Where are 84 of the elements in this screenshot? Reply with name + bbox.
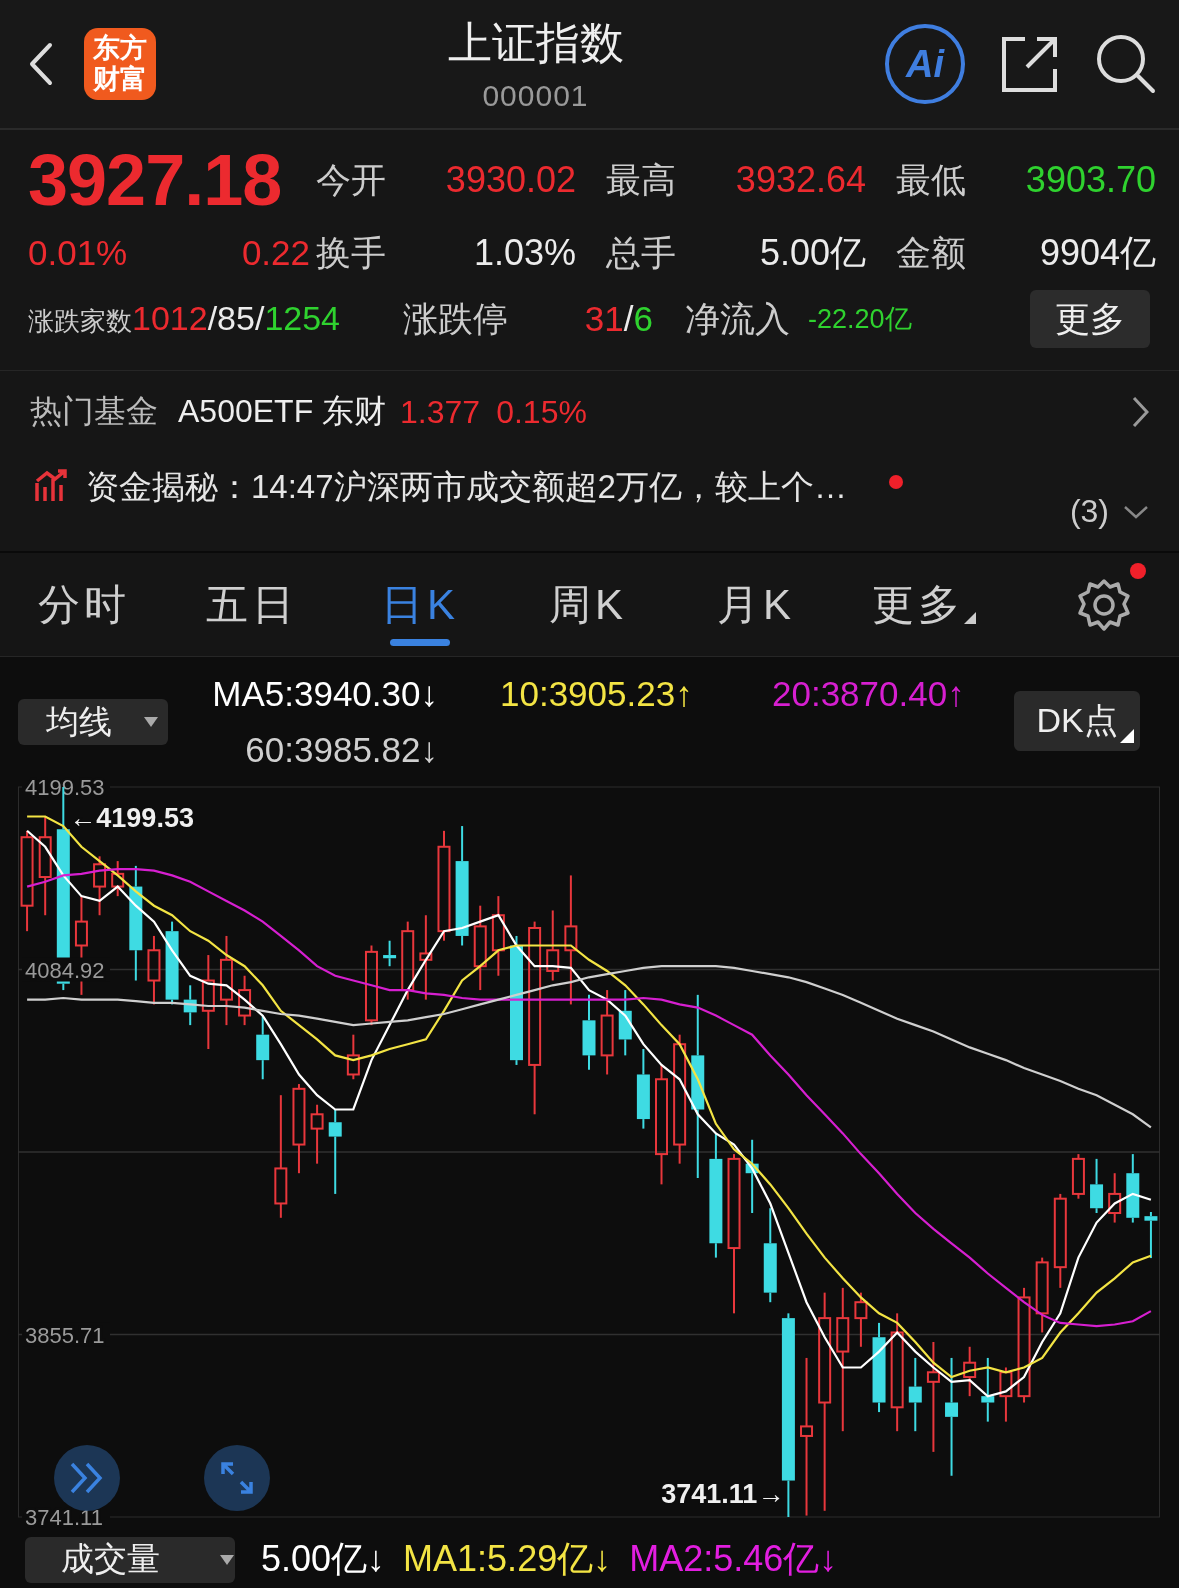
indicator-value: 60:3985.82↓ — [245, 729, 438, 771]
search-icon — [1095, 33, 1157, 95]
candlestick — [1144, 1211, 1158, 1260]
period-tab[interactable]: 五日 — [168, 553, 336, 656]
period-tab[interactable]: 分时 — [0, 553, 168, 656]
expand-arrows-icon — [219, 1460, 255, 1496]
candlestick — [310, 1103, 324, 1165]
stock-code: 000001 — [482, 79, 589, 113]
last-price: 3927.18 — [28, 139, 283, 221]
volume-value: MA1:5.29亿↓ — [403, 1537, 612, 1581]
period-tab[interactable]: 月K — [672, 553, 840, 656]
candlestick — [1090, 1157, 1104, 1214]
news-headline[interactable]: 资金揭秘：14:47沪深两市成交额超2万亿，较上个… — [86, 465, 847, 510]
stat-label: 涨跌停 — [403, 297, 508, 340]
stat-label: 最低 — [895, 158, 967, 201]
more-button[interactable]: 更多 — [1030, 290, 1150, 348]
stat-label: 最高 — [605, 158, 677, 201]
stat-value: 1012/85/1254 — [132, 299, 340, 338]
indicator-value: MA5:3940.30↓ — [212, 673, 438, 715]
fund-price: 1.377 — [400, 393, 481, 431]
stat-label: 净流入 — [685, 297, 790, 340]
indicator-value: 20:3870.40↑ — [772, 673, 966, 715]
indicator-value: 10:3905.23↑ — [500, 673, 694, 715]
dk-button[interactable]: DK点 — [1014, 691, 1140, 751]
candlestick — [1126, 1153, 1140, 1224]
change-percent: 0.01% — [28, 233, 128, 273]
candlestick — [1108, 1172, 1122, 1224]
candlestick — [111, 860, 125, 898]
stat-value: 3932.64 — [734, 159, 866, 201]
page-title: 上证指数 — [447, 17, 624, 69]
stat-value: 3930.02 — [444, 159, 576, 201]
chevron-right-icon — [1131, 396, 1149, 428]
candlestick — [238, 974, 252, 1027]
back-button[interactable] — [28, 42, 54, 86]
dropdown-triangle-icon — [144, 717, 158, 727]
chart-icon — [34, 469, 68, 503]
axis-label: 3741.11 — [25, 1505, 103, 1529]
stat-label: 换手 — [316, 231, 387, 274]
candlestick — [256, 1014, 270, 1081]
dropdown-triangle-icon — [220, 1554, 234, 1565]
period-tab[interactable]: 更多 — [840, 553, 1008, 656]
change-amount: 0.22 — [241, 233, 310, 273]
stat-value: -22.20亿 — [808, 303, 912, 336]
fund-change: 0.15% — [496, 393, 587, 431]
stat-value: 1.03% — [472, 232, 576, 274]
indicator-dropdown[interactable]: 成交量 — [25, 1536, 235, 1583]
period-tab[interactable]: 日K — [336, 553, 504, 656]
stat-label: 涨跌家数 — [28, 305, 132, 338]
axis-label: 4084.92 — [25, 957, 105, 983]
stat-value: 9904亿 — [1038, 230, 1156, 275]
candlestick — [618, 989, 632, 1057]
candlestick — [854, 1291, 868, 1348]
stat-label: 总手 — [605, 231, 677, 274]
candlestick — [383, 939, 397, 968]
chevron-down-icon — [1123, 503, 1149, 520]
volume-value: MA2:5.46亿↓ — [629, 1537, 838, 1581]
stat-value: 5.00亿 — [758, 230, 866, 275]
news-count: (3) — [1069, 493, 1109, 530]
candlestick — [999, 1366, 1013, 1423]
search-button[interactable] — [1095, 33, 1157, 95]
price-annotation: ←4199.53 — [69, 803, 194, 833]
indicator-dropdown[interactable]: 均线 — [18, 699, 168, 745]
fund-name[interactable]: A500ETF 东财 — [178, 390, 387, 434]
candlestick — [1071, 1153, 1085, 1200]
stat-value: 31/6 — [583, 299, 653, 339]
stat-label: 金额 — [895, 231, 967, 274]
stat-value: 3903.70 — [1024, 159, 1156, 201]
ai-button[interactable]: Ai — [885, 24, 965, 104]
candlestick — [981, 1356, 995, 1423]
stat-label: 今开 — [316, 158, 387, 201]
app-logo: 东方财富 — [84, 28, 156, 100]
corner-triangle-icon — [1120, 729, 1134, 743]
period-tab[interactable]: 周K — [504, 553, 672, 656]
back-icon — [28, 42, 54, 86]
price-annotation: 3741.11→ — [661, 1479, 785, 1509]
axis-label: 4199.53 — [25, 775, 105, 800]
candlestick — [183, 984, 197, 1027]
fund-label: 热门基金 — [30, 392, 158, 431]
volume-value: 5.00亿↓ — [261, 1537, 386, 1581]
axis-label: 3855.71 — [25, 1322, 105, 1348]
candlestick — [346, 1033, 360, 1081]
candlestick — [93, 855, 107, 917]
candlestick — [963, 1345, 977, 1398]
double-chevron-icon — [69, 1461, 105, 1495]
